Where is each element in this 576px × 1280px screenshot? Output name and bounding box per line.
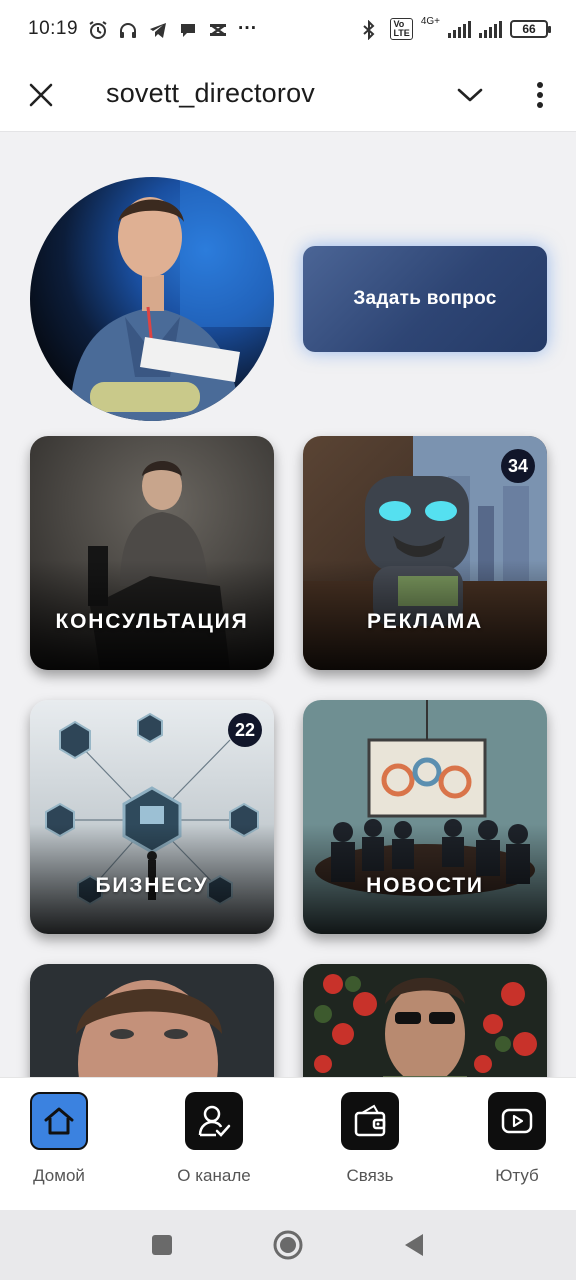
chevron-down-icon: [457, 88, 483, 102]
tile-portrait[interactable]: [30, 964, 274, 1077]
home-system-button[interactable]: [271, 1228, 305, 1262]
nav-about-label: О канале: [177, 1166, 251, 1185]
user-check-icon: [185, 1092, 243, 1150]
headphones-icon: [118, 20, 138, 38]
close-icon: [29, 83, 53, 107]
signal-icon-1: [448, 20, 471, 38]
more-vertical-icon: [537, 82, 543, 108]
expand-button[interactable]: [450, 76, 490, 114]
tile-advertising[interactable]: 34 РЕКЛАМА: [303, 436, 547, 670]
volte-icon: Vo LTE: [390, 18, 413, 40]
circle-icon: [273, 1230, 303, 1260]
system-navigation-bar: [0, 1210, 576, 1280]
alarm-icon: [88, 20, 108, 39]
app-header: sovett_directorov: [0, 58, 576, 132]
main-content[interactable]: Задать вопрос КОНСУЛЬТАЦИЯ 34 РЕКЛАМА 22…: [0, 133, 576, 1077]
tile-advertising-badge: 34: [501, 449, 535, 483]
page-title: sovett_directorov: [106, 78, 315, 108]
back-button[interactable]: [396, 1228, 430, 1262]
nav-about[interactable]: О канале: [159, 1092, 269, 1186]
chat-bubble-icon: [178, 20, 198, 38]
battery-icon: 66: [510, 20, 551, 38]
channel-avatar[interactable]: [30, 177, 274, 421]
bottom-navigation: Домой О канале Связь Ютуб: [0, 1077, 576, 1210]
status-time: 10:19: [28, 18, 79, 39]
tile-consultation[interactable]: КОНСУЛЬТАЦИЯ: [30, 436, 274, 670]
nav-contact[interactable]: Связь: [315, 1092, 425, 1186]
tile-portrait-sunglasses[interactable]: [303, 964, 547, 1077]
back-triangle-icon: [405, 1234, 423, 1256]
square-icon: [152, 1235, 172, 1255]
recents-button[interactable]: [145, 1228, 179, 1262]
tile-portrait-sunglasses-image: [303, 964, 547, 1077]
tile-news-label: НОВОСТИ: [366, 874, 484, 897]
bluetooth-icon: [362, 19, 382, 41]
tile-business-badge: 22: [228, 713, 262, 747]
tile-business[interactable]: 22 БИЗНЕСУ: [30, 700, 274, 934]
signal-icon-2: [479, 20, 502, 38]
capcut-icon: [208, 20, 228, 38]
more-menu-button[interactable]: [522, 76, 558, 114]
telegram-icon: [148, 20, 168, 38]
tile-advertising-label: РЕКЛАМА: [367, 610, 483, 633]
close-button[interactable]: [22, 76, 60, 114]
nav-youtube[interactable]: Ютуб: [462, 1092, 572, 1186]
tile-portrait-image: [30, 964, 274, 1077]
tile-news[interactable]: НОВОСТИ: [303, 700, 547, 934]
nav-home-label: Домой: [33, 1166, 85, 1185]
network-type: 4G+: [420, 16, 440, 27]
nav-youtube-label: Ютуб: [495, 1166, 539, 1185]
youtube-icon: [488, 1092, 546, 1150]
ask-question-button[interactable]: Задать вопрос: [303, 246, 547, 352]
tile-business-label: БИЗНЕСУ: [95, 874, 209, 897]
home-icon: [30, 1092, 88, 1150]
nav-contact-label: Связь: [346, 1166, 394, 1185]
nav-home[interactable]: Домой: [4, 1092, 114, 1186]
wallet-icon: [341, 1092, 399, 1150]
more-status-icon: ···: [238, 18, 258, 39]
status-bar: 10:19 ··· Vo LTE 4G+ 66: [0, 0, 576, 58]
tile-consultation-label: КОНСУЛЬТАЦИЯ: [55, 610, 249, 633]
